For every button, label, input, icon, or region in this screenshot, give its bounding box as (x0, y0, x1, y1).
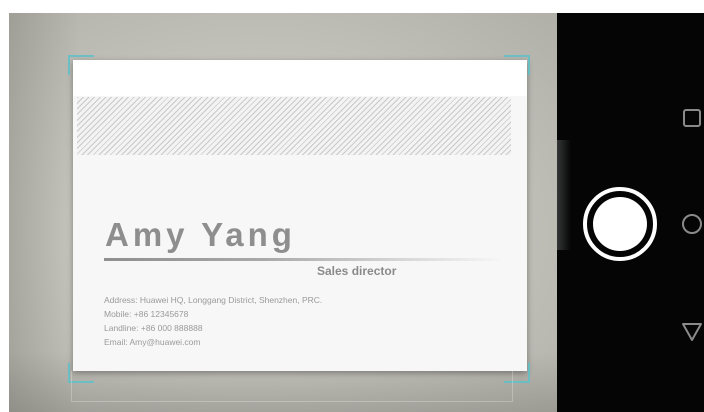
camera-viewfinder[interactable]: Amy Yang Sales director Address: Huawei … (9, 13, 557, 412)
scan-frame-corner-top-right (504, 55, 530, 75)
card-name-underline (104, 258, 504, 261)
home-button[interactable] (680, 212, 704, 236)
home-circle-icon (682, 214, 702, 234)
card-stripe-pattern (77, 97, 511, 155)
scan-frame-guide (71, 371, 513, 402)
card-contact-details: Address: Huawei HQ, Longgang District, S… (104, 293, 322, 349)
back-triangle-icon (682, 323, 702, 341)
recent-apps-button[interactable] (680, 106, 704, 130)
card-landline: Landline: +86 000 888888 (104, 323, 203, 333)
business-card: Amy Yang Sales director Address: Huawei … (73, 60, 527, 371)
card-person-name: Amy Yang (105, 216, 296, 253)
back-button[interactable] (680, 320, 704, 344)
panel-edge-shading (557, 140, 571, 250)
card-top-band (73, 60, 527, 96)
shutter-button-icon (593, 197, 647, 251)
card-address: Address: Huawei HQ, Longgang District, S… (104, 295, 323, 305)
camera-screen: Amy Yang Sales director Address: Huawei … (0, 0, 704, 412)
card-job-title: Sales director (317, 264, 397, 278)
recent-apps-square-icon (683, 109, 701, 127)
card-email: Email: Amy@huawei.com (104, 337, 201, 347)
card-mobile: Mobile: +86 12345678 (104, 309, 189, 319)
shutter-button[interactable] (583, 187, 657, 261)
scan-frame-corner-top-left (68, 55, 94, 75)
